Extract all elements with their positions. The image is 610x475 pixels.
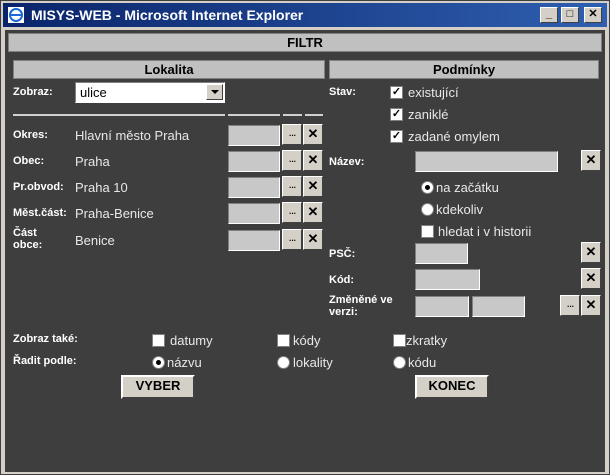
kod-input[interactable] — [415, 269, 480, 290]
historie-label: hledat i v historii — [438, 224, 532, 239]
vyber-button[interactable]: VYBER — [121, 375, 195, 399]
zmenene-browse-button[interactable]: ... — [560, 295, 580, 316]
window-title: MISYS-WEB - Microsoft Internet Explorer — [31, 7, 304, 23]
nazev-clear-button[interactable]: ✕ — [581, 150, 601, 171]
okres-value: Hlavní město Praha — [75, 128, 190, 143]
probvod-browse-button[interactable]: ... — [282, 176, 302, 197]
obec-clear-button[interactable]: ✕ — [303, 150, 323, 171]
title-bar[interactable]: MISYS-WEB - Microsoft Internet Explorer … — [3, 3, 607, 27]
kody-checkbox[interactable] — [277, 334, 290, 347]
kod-label: Kód: — [329, 274, 355, 286]
okres-label: Okres: — [13, 129, 48, 141]
podminky-header: Podmínky — [329, 60, 599, 79]
divider — [283, 114, 302, 116]
divider — [13, 114, 225, 116]
na-zacatku-label: na začátku — [436, 180, 499, 195]
zobraz-take-label: Zobraz také: — [13, 333, 78, 345]
browser-window: MISYS-WEB - Microsoft Internet Explorer … — [0, 0, 610, 475]
stav-omylem-checkbox[interactable]: ✓ — [390, 130, 403, 143]
stav-zanikle-label: zaniklé — [408, 107, 449, 122]
okres-browse-button[interactable]: ... — [282, 124, 302, 145]
zkratky-checkbox[interactable] — [393, 334, 406, 347]
psc-input[interactable] — [415, 243, 468, 264]
datumy-label: datumy — [170, 333, 213, 348]
stav-existujici-checkbox[interactable]: ✓ — [390, 86, 403, 99]
obec-label: Obec: — [13, 155, 45, 167]
lokalita-header: Lokalita — [13, 60, 325, 79]
mest-cast-code-field[interactable] — [228, 203, 280, 224]
datumy-checkbox[interactable] — [152, 334, 165, 347]
stav-existujici-label: existující — [408, 85, 459, 100]
stav-omylem-label: zadané omylem — [408, 129, 500, 144]
radit-kodu-radio[interactable] — [393, 356, 406, 369]
maximize-icon[interactable]: □ — [561, 7, 579, 23]
radit-nazvu-label: názvu — [167, 355, 202, 370]
kod-clear-button[interactable]: ✕ — [581, 268, 601, 289]
chevron-down-icon[interactable] — [206, 84, 223, 100]
zkratky-label: zkratky — [406, 333, 448, 348]
okres-clear-button[interactable]: ✕ — [303, 124, 323, 145]
probvod-clear-button[interactable]: ✕ — [303, 176, 323, 197]
psc-clear-button[interactable]: ✕ — [581, 242, 601, 263]
cast-obce-label: Část obce: — [13, 227, 43, 251]
divider — [305, 114, 323, 116]
zobraz-label: Zobraz: — [13, 86, 53, 98]
cast-obce-code-field[interactable] — [228, 230, 280, 251]
probvod-value: Praha 10 — [75, 180, 128, 195]
cast-obce-clear-button[interactable]: ✕ — [303, 229, 323, 250]
nazev-input[interactable] — [415, 151, 558, 172]
zmenene-do-input[interactable] — [472, 296, 525, 317]
probvod-code-field[interactable] — [228, 177, 280, 198]
na-zacatku-radio[interactable] — [421, 181, 434, 194]
mest-cast-value: Praha-Benice — [75, 206, 154, 221]
close-icon[interactable]: ✕ — [584, 7, 602, 23]
obec-browse-button[interactable]: ... — [282, 150, 302, 171]
mest-cast-browse-button[interactable]: ... — [282, 202, 302, 223]
historie-checkbox[interactable] — [421, 225, 434, 238]
zmenene-clear-button[interactable]: ✕ — [581, 295, 601, 316]
probvod-label: Pr.obvod: — [13, 181, 64, 193]
cast-obce-browse-button[interactable]: ... — [282, 229, 302, 250]
radit-lokality-radio[interactable] — [277, 356, 290, 369]
okres-code-field[interactable] — [228, 125, 280, 146]
kody-label: kódy — [293, 333, 321, 348]
psc-label: PSČ: — [329, 248, 356, 260]
radit-nazvu-radio[interactable] — [152, 356, 165, 369]
stav-zanikle-checkbox[interactable]: ✓ — [390, 108, 403, 121]
radit-podle-label: Řadit podle: — [13, 355, 77, 367]
divider — [228, 114, 280, 116]
obec-value: Praha — [75, 154, 110, 169]
zmenene-od-input[interactable] — [415, 296, 469, 317]
zobraz-select-value: ulice — [80, 85, 107, 100]
radit-kodu-label: kódu — [408, 355, 437, 370]
nazev-label: Název: — [329, 156, 365, 168]
radit-lokality-label: lokality — [293, 355, 333, 370]
konec-button[interactable]: KONEC — [415, 375, 489, 399]
mest-cast-label: Měst.část: — [13, 207, 67, 219]
filter-header: FILTR — [8, 33, 602, 52]
internet-explorer-icon — [8, 7, 24, 23]
kdekoliv-label: kdekoliv — [436, 202, 483, 217]
mest-cast-clear-button[interactable]: ✕ — [303, 202, 323, 223]
zobraz-select[interactable]: ulice — [75, 82, 225, 103]
filter-panel: FILTR Lokalita Zobraz: ulice Okres: Hlav… — [5, 30, 605, 472]
stav-label: Stav: — [329, 86, 356, 98]
kdekoliv-radio[interactable] — [421, 203, 434, 216]
obec-code-field[interactable] — [228, 151, 280, 172]
cast-obce-value: Benice — [75, 233, 115, 248]
minimize-icon[interactable]: _ — [540, 7, 558, 23]
zmenene-label: Změněné ve verzi: — [329, 294, 393, 318]
